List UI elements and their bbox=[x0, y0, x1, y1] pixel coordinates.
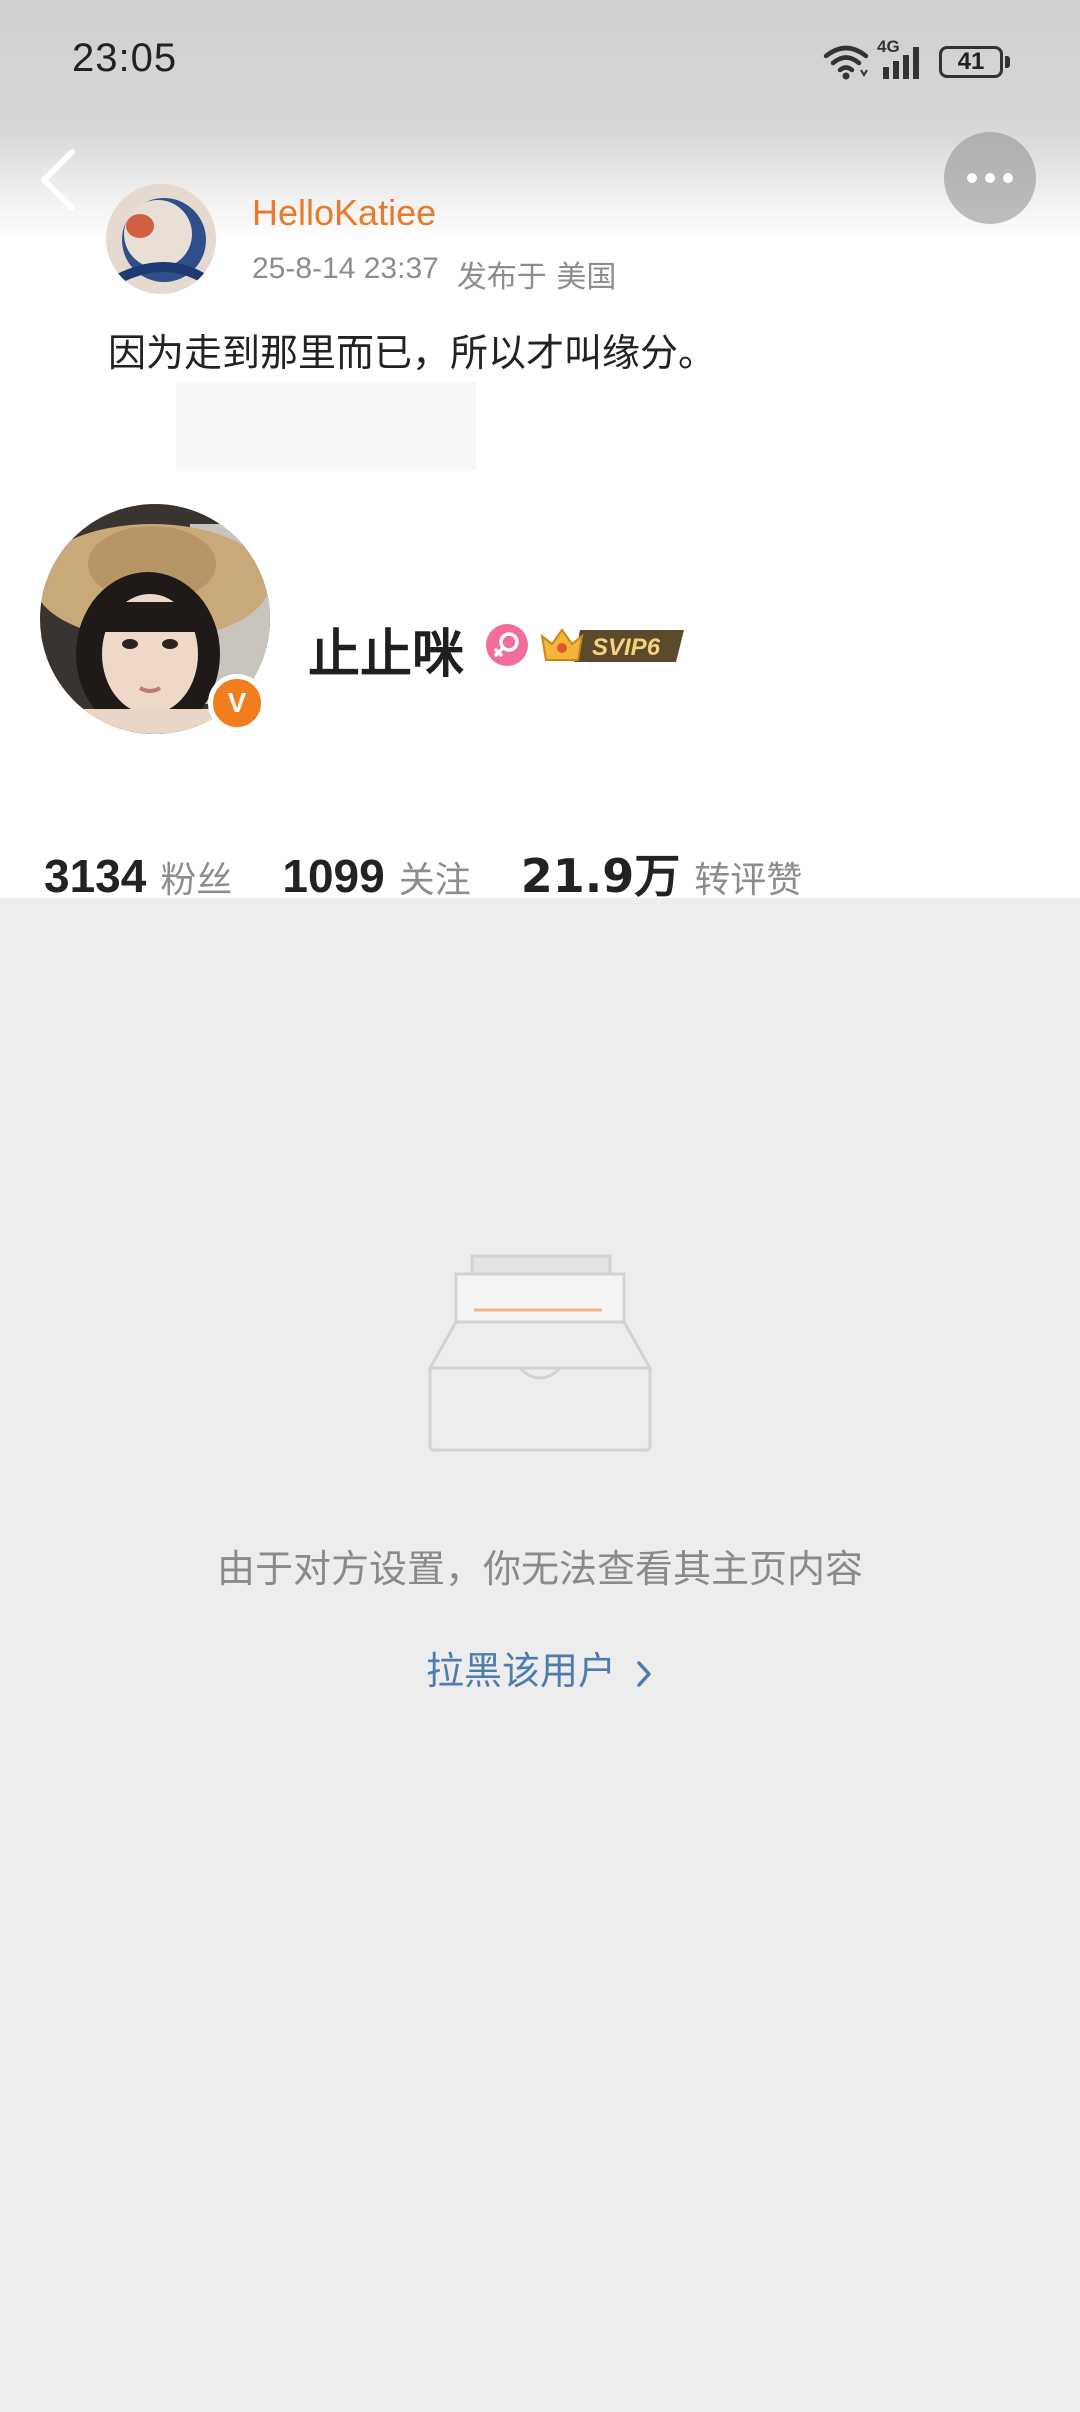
empty-inbox-icon bbox=[426, 1252, 654, 1454]
more-dot bbox=[1003, 173, 1013, 183]
followers-count: 3134 bbox=[44, 850, 147, 898]
following-count: 1099 bbox=[282, 850, 385, 898]
crown-icon: SVIP6 bbox=[540, 628, 684, 662]
battery-cap bbox=[1005, 56, 1010, 68]
signal-group: 4G bbox=[877, 37, 927, 81]
network-type: 4G bbox=[877, 37, 900, 56]
avatar-image bbox=[106, 184, 216, 294]
empty-message: 由于对方设置，你无法查看其主页内容 bbox=[216, 1547, 863, 1591]
svip-badge[interactable]: SVIP6 bbox=[540, 622, 688, 668]
post-image-placeholder bbox=[176, 382, 476, 470]
more-button[interactable] bbox=[944, 132, 1036, 224]
block-user-label: 拉黑该用户 bbox=[425, 1649, 616, 1693]
verified-badge: V bbox=[208, 674, 266, 732]
followers-label: 粉丝 bbox=[160, 860, 233, 898]
female-icon bbox=[486, 624, 528, 666]
status-icons: 4G 41 bbox=[823, 37, 1010, 84]
vip-label: SVIP6 bbox=[592, 634, 661, 661]
post-time: 25-8-14 23:37 bbox=[252, 252, 439, 285]
status-time: 23:05 bbox=[72, 36, 178, 80]
block-user-link[interactable]: 拉黑该用户 bbox=[0, 1640, 1080, 1695]
stats-row: 3134 粉丝 1099 关注 21.9万 转评赞 bbox=[44, 840, 852, 898]
battery-icon: 41 bbox=[939, 46, 1003, 78]
battery-level: 41 bbox=[957, 48, 985, 75]
post-text[interactable]: 因为走到那里而已，所以才叫缘分。 bbox=[108, 322, 716, 377]
stat-following[interactable]: 1099 关注 bbox=[282, 849, 470, 898]
more-dot bbox=[985, 173, 995, 183]
post-username[interactable]: HelloKatiee bbox=[252, 192, 436, 234]
profile-name: 止止咪 bbox=[308, 625, 465, 685]
chevron-right-icon bbox=[637, 1660, 651, 1687]
back-button[interactable] bbox=[30, 140, 90, 220]
post-location: 发布于 美国 bbox=[456, 260, 617, 295]
chevron-left-icon bbox=[41, 149, 75, 211]
post-meta: 25-8-14 23:37 发布于 美国 bbox=[252, 252, 616, 296]
post-author-avatar[interactable] bbox=[106, 184, 216, 294]
engagement-label: 转评赞 bbox=[694, 860, 803, 898]
battery-indicator: 41 bbox=[939, 46, 1010, 78]
engagement-count: 21.9万 bbox=[520, 849, 681, 898]
wifi-icon bbox=[823, 45, 869, 80]
profile-header: 23:05 4G 41 HelloKatiee 25-8-14 23:37 发布… bbox=[0, 0, 1080, 898]
stat-followers[interactable]: 3134 粉丝 bbox=[44, 849, 232, 898]
more-dot bbox=[967, 173, 977, 183]
profile-screen: 23:05 4G 41 HelloKatiee 25-8-14 23:37 发布… bbox=[0, 0, 1080, 2412]
stat-engagement[interactable]: 21.9万 转评赞 bbox=[521, 840, 803, 898]
following-label: 关注 bbox=[398, 860, 471, 898]
